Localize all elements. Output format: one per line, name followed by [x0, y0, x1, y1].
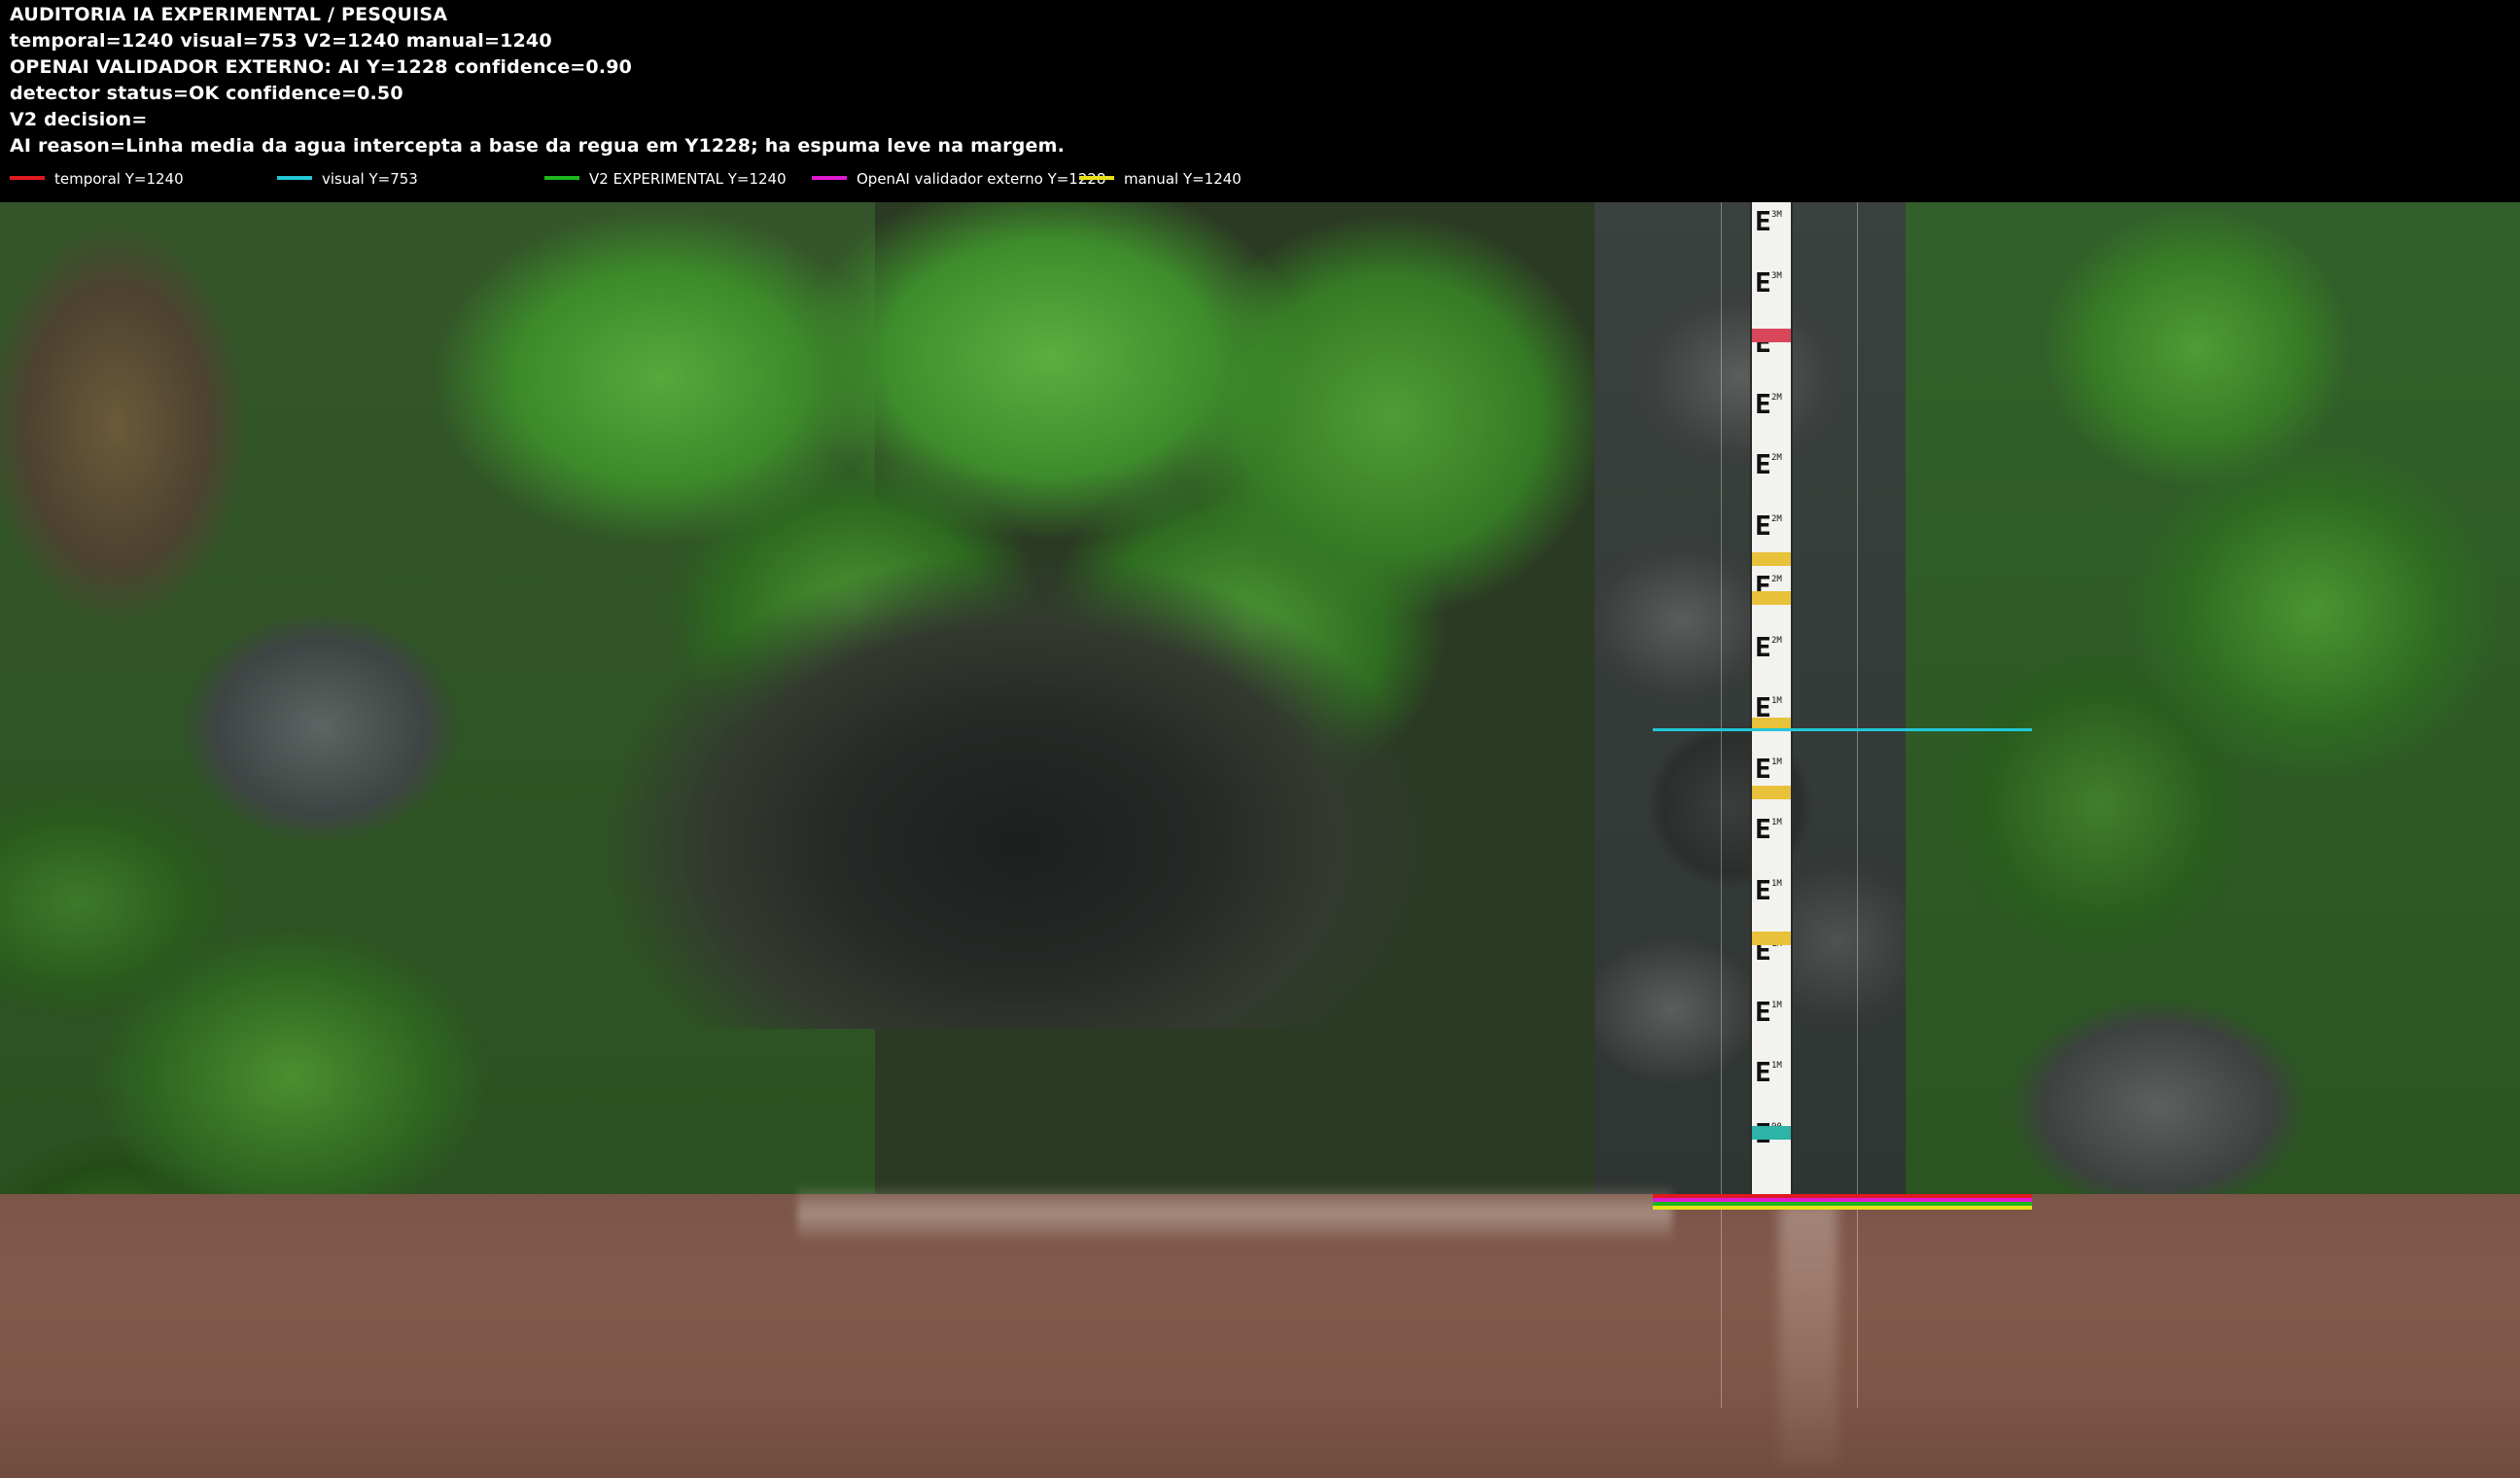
gauge-e-symbol: E [1755, 1056, 1771, 1088]
gauge-color-band [1752, 1126, 1791, 1140]
legend-item-v2: V2 EXPERIMENTAL Y=1240 [544, 170, 787, 188]
gauge-mark: E3M [1752, 202, 1791, 263]
legend-item-manual: manual Y=1240 [1079, 170, 1242, 188]
gauge-mark: E90 [1752, 1114, 1791, 1175]
gauge-label: 1M [1771, 818, 1782, 827]
gauge-e-symbol: E [1755, 752, 1771, 785]
header-title: AUDITORIA IA EXPERIMENTAL / PESQUISA [10, 4, 448, 25]
gauge-e-symbol: E [1755, 448, 1771, 480]
gauge-label: 1M [1771, 1061, 1782, 1071]
gauge-label: 1M [1771, 878, 1782, 889]
gauge-label: 3M [1771, 210, 1782, 220]
gauge-mark: E1M [1752, 810, 1791, 870]
gauge-label: 2M [1771, 392, 1782, 403]
header-levels: temporal=1240 visual=753 V2=1240 manual=… [10, 30, 552, 52]
legend-item-visual: visual Y=753 [277, 170, 418, 188]
gauge-e-symbol: E [1755, 995, 1771, 1028]
manual-level-line [1653, 1206, 2032, 1210]
header-openai-validator: OPENAI VALIDADOR EXTERNO: AI Y=1228 conf… [10, 56, 633, 78]
gauge-color-band [1752, 591, 1791, 605]
gauge-color-band [1752, 932, 1791, 945]
legend-label: V2 EXPERIMENTAL Y=1240 [589, 170, 787, 188]
gauge-label: 1M [1771, 1000, 1782, 1010]
gauge-e-symbol: E [1755, 813, 1771, 845]
cave-opening [603, 523, 1439, 1029]
header-v2-decision: V2 decision= [10, 109, 148, 130]
gauge-mark: E1M [1752, 871, 1791, 932]
roi-guide-right [1857, 202, 1858, 1408]
legend-swatch-v2 [544, 175, 579, 180]
legend-label: OpenAI validador externo Y=1228 [857, 170, 1106, 188]
camera-frame: E3ME3ME3ME2ME2ME2ME2ME2ME1ME1ME1ME1ME1ME… [0, 202, 2520, 1478]
legend-swatch-openai [812, 175, 847, 180]
legend-item-openai: OpenAI validador externo Y=1228 [812, 170, 1105, 188]
gauge-label: 2M [1771, 513, 1782, 524]
legend-swatch-visual [277, 175, 312, 180]
legend-label: temporal Y=1240 [54, 170, 184, 188]
gauge-color-band [1752, 786, 1791, 799]
water-foam [797, 1184, 1672, 1243]
legend-item-temporal: temporal Y=1240 [10, 170, 184, 188]
header-detector-status: detector status=OK confidence=0.50 [10, 83, 403, 104]
gauge-e-symbol: E [1755, 265, 1771, 299]
gauge-color-band [1752, 329, 1791, 342]
gauge-label: 2M [1771, 453, 1782, 463]
legend-swatch-manual [1079, 175, 1114, 180]
right-vegetation [1906, 202, 2520, 1204]
gauge-mark: E1M [1752, 993, 1791, 1053]
header-ai-reason: AI reason=Linha media da agua intercepta… [10, 135, 1066, 157]
staff-gauge: E3ME3ME3ME2ME2ME2ME2ME2ME1ME1ME1ME1ME1ME… [1752, 202, 1791, 1194]
gauge-e-symbol: E [1755, 387, 1771, 420]
gauge-label: 1M [1771, 757, 1782, 767]
gauge-color-band [1752, 552, 1791, 566]
gauge-mark: E 2M [1752, 385, 1791, 445]
gauge-mark: E1M [1752, 1053, 1791, 1113]
gauge-mark: E1M [1752, 750, 1791, 810]
gauge-mark: E 2M [1752, 628, 1791, 688]
legend-label: manual Y=1240 [1124, 170, 1242, 188]
gauge-e-symbol: E [1755, 205, 1771, 237]
legend-swatch-temporal [10, 175, 45, 180]
gauge-label: 3M [1771, 270, 1782, 281]
gauge-mark: E3M [1752, 264, 1791, 324]
gauge-mark: E 2M [1752, 445, 1791, 506]
gauge-label: 2M [1771, 575, 1782, 584]
legend-label: visual Y=753 [322, 170, 418, 188]
visual-level-line [1653, 728, 2032, 731]
gauge-label: 1M [1771, 696, 1782, 706]
gauge-label: 2M [1771, 635, 1782, 646]
gauge-reflection [1779, 1204, 1838, 1466]
gauge-e-symbol: E [1755, 630, 1771, 663]
roi-guide-left [1721, 202, 1722, 1408]
audit-header: AUDITORIA IA EXPERIMENTAL / PESQUISA tem… [0, 0, 2520, 202]
gauge-e-symbol: E [1755, 873, 1771, 906]
gauge-e-symbol: E [1755, 509, 1771, 542]
